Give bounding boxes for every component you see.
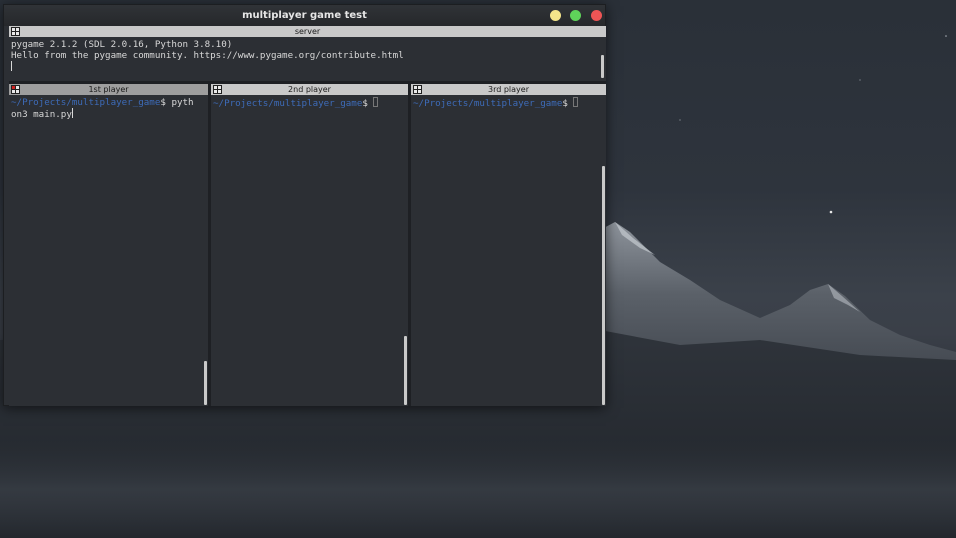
player2-scrollbar[interactable]	[404, 336, 407, 405]
player3-pane-header[interactable]: 3rd player	[411, 84, 606, 95]
close-icon[interactable]	[591, 10, 602, 21]
prompt-path: ~/Projects/multiplayer_game	[11, 97, 161, 108]
text-cursor	[71, 108, 73, 118]
player3-pane[interactable]: 3rd player ~/Projects/multiplayer_game$	[411, 84, 606, 406]
maximize-icon[interactable]	[570, 10, 581, 21]
prompt-path: ~/Projects/multiplayer_game	[413, 98, 563, 109]
terminal-pane-icon	[213, 85, 222, 94]
player2-terminal[interactable]: ~/Projects/multiplayer_game$	[213, 97, 379, 109]
prompt-path: ~/Projects/multiplayer_game	[213, 98, 363, 109]
terminal-pane-icon	[413, 85, 422, 94]
command-text: pyth	[165, 97, 194, 108]
player2-pane-title: 2nd player	[288, 85, 331, 94]
player3-terminal[interactable]: ~/Projects/multiplayer_game$	[413, 97, 579, 109]
server-output: pygame 2.1.2 (SDL 2.0.16, Python 3.8.10)…	[11, 39, 404, 73]
player3-scrollbar[interactable]	[602, 166, 605, 405]
player1-terminal[interactable]: ~/Projects/multiplayer_game$ pyth on3 mai…	[11, 97, 194, 120]
server-pane-title: server	[294, 27, 321, 36]
player1-pane[interactable]: 1st player ~/Projects/multiplayer_game$ …	[9, 84, 208, 406]
server-output-line: pygame 2.1.2 (SDL 2.0.16, Python 3.8.10)	[11, 39, 233, 50]
text-cursor	[373, 97, 379, 107]
terminal-pane-icon	[11, 85, 20, 94]
server-pane-header[interactable]: server	[9, 26, 606, 37]
text-cursor	[573, 97, 579, 107]
server-scrollbar[interactable]	[601, 55, 604, 78]
window-title: multiplayer game test	[242, 10, 367, 21]
terminal-window[interactable]: multiplayer game test server pygame 2.1.…	[3, 4, 606, 406]
player1-scrollbar[interactable]	[204, 361, 207, 405]
prompt-symbol: $	[562, 98, 568, 109]
terminal-pane-icon	[11, 27, 20, 36]
player1-pane-title: 1st player	[88, 85, 129, 94]
player3-pane-title: 3rd player	[487, 85, 529, 94]
server-pane[interactable]: server pygame 2.1.2 (SDL 2.0.16, Python …	[9, 26, 606, 81]
player2-pane-header[interactable]: 2nd player	[211, 84, 408, 95]
minimize-icon[interactable]	[550, 10, 561, 21]
prompt-symbol: $	[362, 98, 368, 109]
server-output-line: Hello from the pygame community. https:/…	[11, 50, 404, 61]
player1-pane-header[interactable]: 1st player	[9, 84, 208, 95]
window-titlebar[interactable]: multiplayer game test	[4, 5, 605, 26]
command-text: on3 main.py	[11, 109, 72, 120]
player2-pane[interactable]: 2nd player ~/Projects/multiplayer_game$	[211, 84, 408, 406]
text-cursor	[11, 61, 12, 71]
